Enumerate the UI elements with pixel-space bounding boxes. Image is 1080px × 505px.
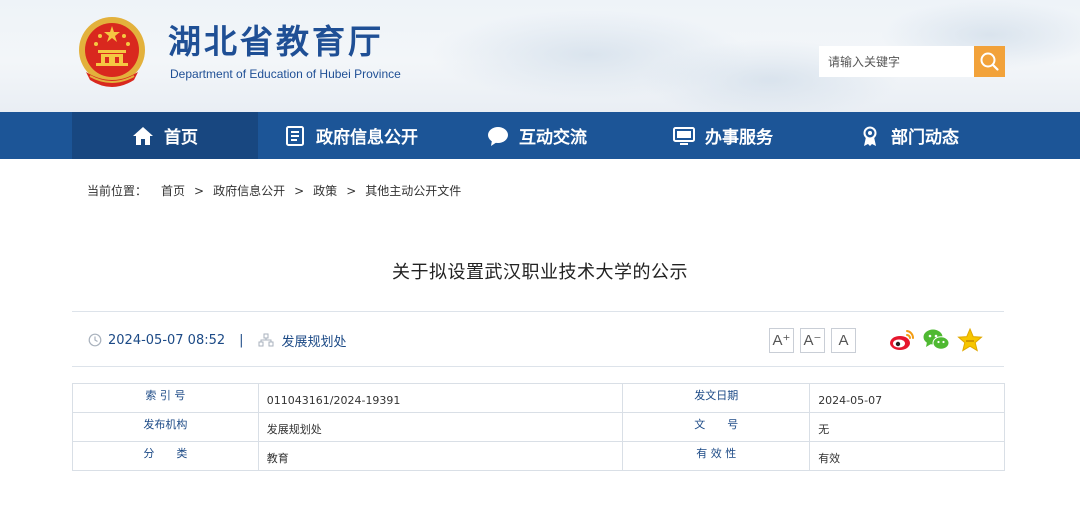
site-header: 湖北省教育厅 Department of Education of Hubei …: [0, 0, 1080, 112]
document-icon: [286, 125, 304, 146]
info-label-issuer: 发布机构: [72, 412, 259, 442]
nav-item-label: 办事服务: [705, 128, 773, 148]
info-label-validity: 有 效 性: [622, 441, 811, 471]
award-icon: [863, 126, 877, 146]
table-row: 分 类 教育 有 效 性 有效: [72, 441, 1005, 471]
breadcrumb-item-gov-info[interactable]: 政府信息公开: [213, 182, 285, 199]
info-value-index-number: 011043161/2024-19391: [257, 383, 624, 413]
info-label-category: 分 类: [72, 441, 259, 471]
wechat-icon[interactable]: [922, 327, 950, 353]
nav-item-label: 政府信息公开: [316, 128, 418, 148]
monitor-icon: [673, 126, 695, 145]
publish-source: 发展规划处: [281, 334, 347, 350]
breadcrumb-item-home[interactable]: 首页: [161, 182, 185, 199]
font-size-normal-button[interactable]: A: [831, 327, 856, 353]
search-icon: [980, 52, 999, 71]
info-value-category: 教育: [257, 441, 624, 471]
search-input[interactable]: [819, 46, 974, 77]
nav-item-label: 部门动态: [891, 128, 959, 148]
info-label-issue-date: 发文日期: [622, 383, 811, 413]
nav-item-home[interactable]: 首页: [72, 112, 258, 159]
breadcrumb-item-other-files[interactable]: 其他主动公开文件: [365, 182, 461, 199]
info-value-validity: 有效: [809, 441, 1005, 471]
info-value-issue-date: 2024-05-07: [809, 383, 1005, 413]
search-button[interactable]: [974, 46, 1005, 77]
chat-bubble-icon: [488, 126, 508, 146]
breadcrumb-separator: >: [194, 183, 205, 198]
article-toolbar: A⁺ A⁻ A: [769, 312, 984, 368]
nav-item-interaction[interactable]: 互动交流: [444, 112, 630, 159]
nav-item-label: 互动交流: [519, 128, 587, 148]
national-emblem-icon: [79, 17, 145, 87]
breadcrumb-separator: >: [346, 183, 357, 198]
info-value-issuer: 发展规划处: [257, 412, 624, 442]
breadcrumb-prefix: 当前位置：: [87, 184, 148, 198]
clock-icon: [88, 333, 102, 347]
weibo-icon[interactable]: [888, 327, 916, 353]
nav-item-dept-news[interactable]: 部门动态: [816, 112, 1002, 159]
organization-icon: [258, 333, 274, 347]
info-value-doc-number: 无: [809, 412, 1005, 442]
document-info-table: 索 引 号 011043161/2024-19391 发文日期 2024-05-…: [72, 383, 1005, 471]
main-nav: 首页 政府信息公开 互动交流 办事服务 部门动态: [0, 112, 1080, 159]
font-size-large-button[interactable]: A⁺: [769, 327, 794, 353]
table-row: 索 引 号 011043161/2024-19391 发文日期 2024-05-…: [72, 383, 1005, 413]
nav-item-label: 首页: [164, 128, 198, 148]
home-icon: [133, 126, 153, 145]
nav-item-gov-info[interactable]: 政府信息公开: [258, 112, 444, 159]
font-size-small-button[interactable]: A⁻: [800, 327, 825, 353]
meta-divider: |: [239, 332, 244, 348]
article-meta-bar: 2024-05-07 08:52 | 发展规划处 A⁺ A⁻ A: [72, 311, 1004, 367]
site-title: 湖北省教育厅: [168, 22, 384, 61]
article-meta: 2024-05-07 08:52 | 发展规划处: [88, 312, 347, 368]
table-row: 发布机构 发展规划处 文 号 无: [72, 412, 1005, 442]
info-label-index-number: 索 引 号: [72, 383, 259, 413]
breadcrumb-item-policy[interactable]: 政策: [313, 182, 337, 199]
breadcrumb: 当前位置： 首页 > 政府信息公开 > 政策 > 其他主动公开文件: [87, 182, 461, 199]
nav-item-services[interactable]: 办事服务: [630, 112, 816, 159]
breadcrumb-separator: >: [294, 183, 305, 198]
info-label-doc-number: 文 号: [622, 412, 811, 442]
site-subtitle: Department of Education of Hubei Provinc…: [170, 67, 401, 81]
publish-date: 2024-05-07 08:52: [108, 332, 226, 348]
favorite-star-icon[interactable]: [956, 327, 984, 353]
article-title: 关于拟设置武汉职业技术大学的公示: [392, 262, 688, 283]
